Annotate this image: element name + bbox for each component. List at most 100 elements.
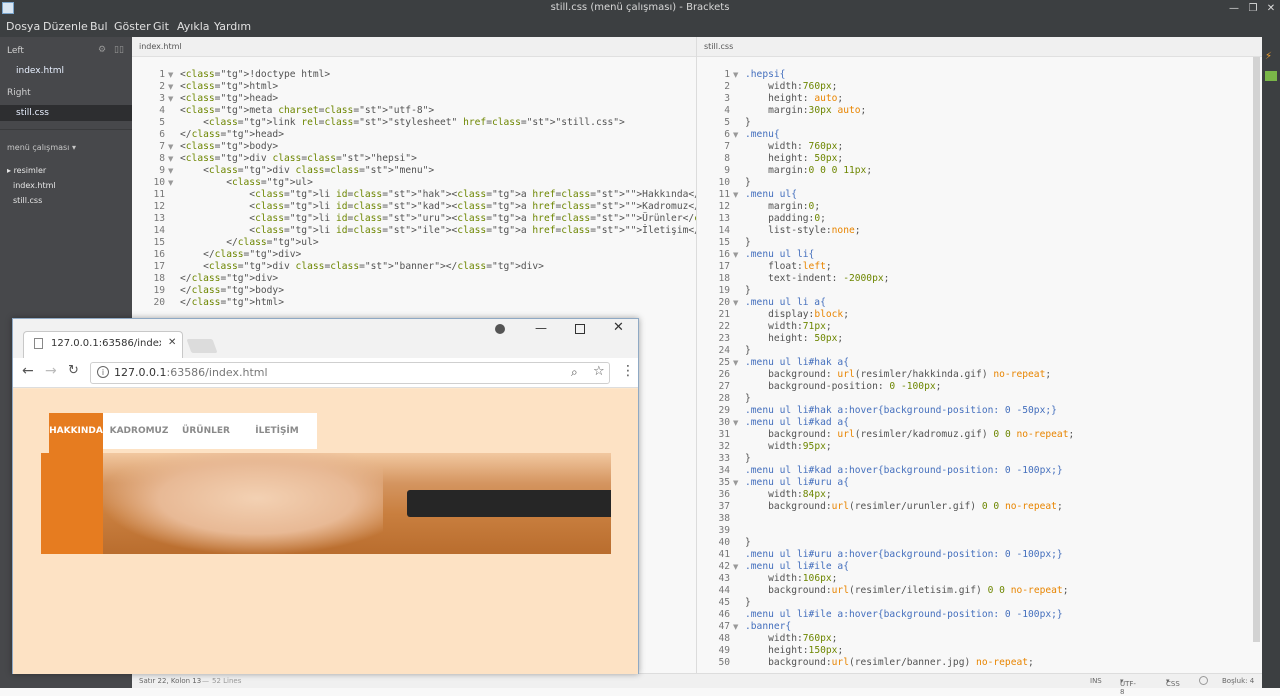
menu-ayikla[interactable]: Ayıkla bbox=[177, 20, 210, 33]
code-line[interactable]: .menu ul li#hak a:hover{background-posit… bbox=[745, 405, 1074, 417]
fold-marker[interactable]: ▼ bbox=[733, 477, 738, 489]
code-line[interactable]: margin:30px auto; bbox=[745, 105, 1074, 117]
fold-marker[interactable] bbox=[168, 297, 173, 309]
nav-kadromuz[interactable]: KADROMUZ bbox=[103, 413, 175, 449]
language-select[interactable]: CSS ▾ bbox=[1166, 677, 1180, 688]
menu-bul[interactable]: Bul bbox=[90, 20, 108, 33]
fold-marker[interactable] bbox=[168, 189, 173, 201]
fold-marker[interactable] bbox=[733, 657, 738, 669]
code-line[interactable]: } bbox=[745, 117, 1074, 129]
fold-marker[interactable] bbox=[733, 501, 738, 513]
minimize-icon[interactable]: — bbox=[1224, 0, 1244, 17]
tree-folder-resimler[interactable]: ▸ resimler bbox=[7, 166, 46, 175]
zoom-icon[interactable]: ⌕ bbox=[571, 365, 578, 380]
code-line[interactable]: .menu ul li#uru a:hover{background-posit… bbox=[745, 549, 1074, 561]
menu-duzenle[interactable]: Düzenle bbox=[43, 20, 88, 33]
fold-marker[interactable] bbox=[168, 105, 173, 117]
code-line[interactable]: .menu ul li#kad a{ bbox=[745, 417, 1074, 429]
tree-file-index[interactable]: index.html bbox=[13, 181, 56, 190]
fold-marker[interactable] bbox=[168, 249, 173, 261]
fold-marker[interactable] bbox=[733, 177, 738, 189]
fold-marker[interactable] bbox=[733, 453, 738, 465]
code-line[interactable]: background:url(resimler/iletisim.gif) 0 … bbox=[745, 585, 1074, 597]
code-line[interactable]: .menu{ bbox=[745, 129, 1074, 141]
fold-marker[interactable]: ▼ bbox=[168, 93, 173, 105]
fold-marker[interactable] bbox=[733, 441, 738, 453]
code-line[interactable]: height: 50px; bbox=[745, 333, 1074, 345]
fold-marker[interactable] bbox=[168, 237, 173, 249]
split-view-icon[interactable]: ▯▯ bbox=[114, 45, 124, 55]
fold-marker[interactable] bbox=[733, 309, 738, 321]
code-line[interactable]: margin:0 0 0 11px; bbox=[745, 165, 1074, 177]
fold-marker[interactable] bbox=[733, 345, 738, 357]
fold-gutter[interactable]: ▼ ▼ ▼ ▼ ▼ ▼ ▼ ▼ ▼ ▼ bbox=[733, 69, 738, 669]
fold-marker[interactable] bbox=[733, 429, 738, 441]
project-title[interactable]: menü çalışması ▾ bbox=[7, 143, 76, 152]
fold-marker[interactable]: ▼ bbox=[733, 621, 738, 633]
code-line[interactable]: } bbox=[745, 237, 1074, 249]
nav-urunler[interactable]: ÜRÜNLER bbox=[175, 413, 237, 449]
browser-tab[interactable]: 127.0.0.1:63586/index.ht ✕ bbox=[23, 331, 183, 358]
code-line[interactable]: } bbox=[745, 393, 1074, 405]
fold-marker[interactable] bbox=[733, 81, 738, 93]
fold-marker[interactable]: ▼ bbox=[168, 153, 173, 165]
code-line[interactable]: .menu ul li a{ bbox=[745, 297, 1074, 309]
browser-maximize-icon[interactable] bbox=[575, 324, 585, 334]
insert-mode[interactable]: INS bbox=[1090, 677, 1102, 685]
fold-marker[interactable] bbox=[733, 585, 738, 597]
bookmark-star-icon[interactable]: ☆ bbox=[593, 364, 605, 379]
address-bar[interactable]: i 127.0.0.1:63586/index.html ⌕ ☆ bbox=[90, 362, 610, 384]
fold-marker[interactable] bbox=[733, 513, 738, 525]
fold-marker[interactable]: ▼ bbox=[733, 357, 738, 369]
browser-menu-icon[interactable]: ⋮ bbox=[621, 363, 635, 379]
fold-marker[interactable] bbox=[733, 549, 738, 561]
nav-iletisim[interactable]: İLETİŞİM bbox=[237, 413, 317, 449]
fold-marker[interactable] bbox=[733, 321, 738, 333]
code-line[interactable]: } bbox=[745, 285, 1074, 297]
code-line[interactable]: .hepsi{ bbox=[745, 69, 1074, 81]
fold-marker[interactable]: ▼ bbox=[168, 81, 173, 93]
fold-marker[interactable] bbox=[733, 393, 738, 405]
code-line[interactable]: width:106px; bbox=[745, 573, 1074, 585]
fold-marker[interactable]: ▼ bbox=[733, 297, 738, 309]
fold-marker[interactable] bbox=[733, 153, 738, 165]
code-line[interactable]: height:150px; bbox=[745, 645, 1074, 657]
code-line[interactable]: width:71px; bbox=[745, 321, 1074, 333]
nav-hakkinda[interactable]: HAKKINDA bbox=[49, 413, 103, 453]
right-editor-pane[interactable]: still.css 1 2 3 4 5 6 7 8 9 10 11 12 13 14 15 16 17 18 19 2… bbox=[697, 37, 1267, 673]
code-line[interactable]: padding:0; bbox=[745, 213, 1074, 225]
new-tab-button[interactable] bbox=[186, 339, 218, 353]
code-line[interactable]: } bbox=[745, 537, 1074, 549]
code-line[interactable]: .menu ul li#ile a{ bbox=[745, 561, 1074, 573]
code-line[interactable]: margin:0; bbox=[745, 201, 1074, 213]
code-line[interactable]: background-position: 0 -100px; bbox=[745, 381, 1074, 393]
fold-marker[interactable] bbox=[168, 129, 173, 141]
fold-marker[interactable] bbox=[733, 405, 738, 417]
code-line[interactable] bbox=[745, 513, 1074, 525]
info-icon[interactable]: i bbox=[97, 366, 109, 378]
fold-marker[interactable] bbox=[733, 573, 738, 585]
code-line[interactable]: width:760px; bbox=[745, 633, 1074, 645]
fold-marker[interactable]: ▼ bbox=[733, 561, 738, 573]
fold-marker[interactable]: ▼ bbox=[733, 249, 738, 261]
fold-marker[interactable] bbox=[733, 489, 738, 501]
menu-git[interactable]: Git bbox=[153, 20, 169, 33]
fold-marker[interactable] bbox=[733, 597, 738, 609]
fold-marker[interactable] bbox=[733, 213, 738, 225]
fold-marker[interactable]: ▼ bbox=[168, 69, 173, 81]
fold-marker[interactable] bbox=[733, 237, 738, 249]
fold-marker[interactable] bbox=[168, 261, 173, 273]
code-line[interactable]: .menu ul{ bbox=[745, 189, 1074, 201]
fold-marker[interactable] bbox=[733, 93, 738, 105]
fold-marker[interactable] bbox=[733, 633, 738, 645]
code-line[interactable]: } bbox=[745, 345, 1074, 357]
fold-marker[interactable] bbox=[733, 609, 738, 621]
code-line[interactable]: } bbox=[745, 177, 1074, 189]
fold-marker[interactable] bbox=[733, 369, 738, 381]
tree-file-still[interactable]: still.css bbox=[13, 196, 42, 205]
fold-marker[interactable]: ▼ bbox=[168, 177, 173, 189]
fold-marker[interactable] bbox=[733, 117, 738, 129]
fold-marker[interactable] bbox=[733, 645, 738, 657]
menu-goster[interactable]: Göster bbox=[114, 20, 151, 33]
code-line[interactable]: width: 760px; bbox=[745, 141, 1074, 153]
